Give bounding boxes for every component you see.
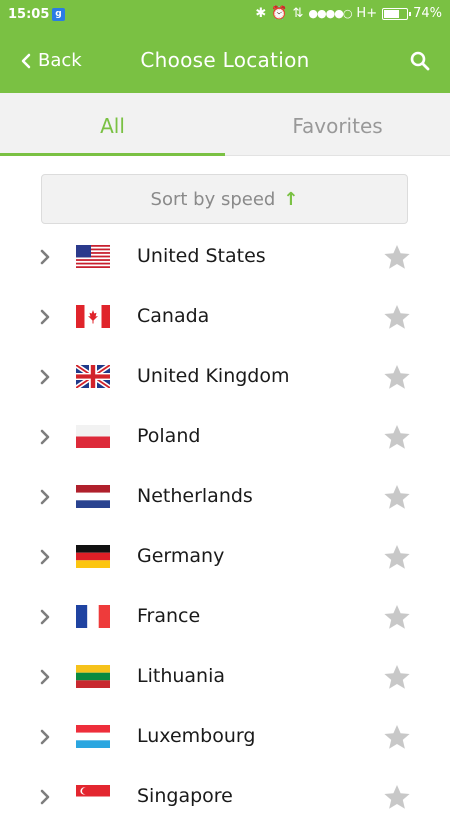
chevron-right-icon[interactable] xyxy=(38,547,52,567)
tab-favorites[interactable]: Favorites xyxy=(225,93,450,155)
signal-icon: ●●●●○ xyxy=(308,7,352,20)
app-bar: Back Choose Location xyxy=(0,30,450,93)
star-icon[interactable] xyxy=(383,304,411,330)
flag-icon-sg xyxy=(76,785,110,808)
location-name: Singapore xyxy=(137,785,233,807)
arrow-up-icon: ↑ xyxy=(283,188,299,210)
bluetooth-icon: ✱ xyxy=(255,6,267,21)
location-name: Germany xyxy=(137,545,225,567)
page-title: Choose Location xyxy=(140,48,310,72)
status-bar: 15:05 g ✱ ⏰ ⇅ ●●●●○ H+ 74% xyxy=(0,0,450,30)
star-icon[interactable] xyxy=(383,664,411,690)
chevron-right-icon[interactable] xyxy=(38,247,52,267)
notification-icon: g xyxy=(52,8,65,21)
battery-percent: 74% xyxy=(413,6,442,21)
location-name: Netherlands xyxy=(137,485,253,507)
location-row[interactable]: Lithuania xyxy=(0,647,450,707)
active-tab-indicator xyxy=(0,153,225,156)
status-time: 15:05 xyxy=(8,7,50,22)
chevron-right-icon[interactable] xyxy=(38,727,52,747)
location-list: United States Canada United Kingdom Poland N… xyxy=(0,227,450,827)
location-name: Canada xyxy=(137,305,210,327)
network-type: H+ xyxy=(356,6,378,21)
chevron-right-icon[interactable] xyxy=(38,367,52,387)
chevron-right-icon[interactable] xyxy=(38,487,52,507)
tab-all[interactable]: All xyxy=(0,93,225,155)
flag-icon-ca xyxy=(76,305,110,328)
location-row[interactable]: Luxembourg xyxy=(0,707,450,767)
location-name: Poland xyxy=(137,425,201,447)
flag-icon-de xyxy=(76,545,110,568)
star-icon[interactable] xyxy=(383,244,411,270)
chevron-right-icon[interactable] xyxy=(38,787,52,807)
flag-icon-pl xyxy=(76,425,110,448)
flag-icon-lt xyxy=(76,665,110,688)
location-name: United States xyxy=(137,245,266,267)
location-name: Luxembourg xyxy=(137,725,256,747)
location-name: Lithuania xyxy=(137,665,226,687)
star-icon[interactable] xyxy=(383,544,411,570)
star-icon[interactable] xyxy=(383,784,411,810)
flag-icon-fr xyxy=(76,605,110,628)
location-row[interactable]: Singapore xyxy=(0,767,450,827)
flag-icon-gb xyxy=(76,365,110,388)
chevron-right-icon[interactable] xyxy=(38,307,52,327)
sort-label: Sort by speed xyxy=(150,188,276,210)
sort-by-speed-button[interactable]: Sort by speed ↑ xyxy=(41,174,408,224)
star-icon[interactable] xyxy=(383,604,411,630)
location-row[interactable]: Canada xyxy=(0,287,450,347)
star-icon[interactable] xyxy=(383,424,411,450)
alarm-icon: ⏰ xyxy=(271,6,288,21)
location-row[interactable]: Poland xyxy=(0,407,450,467)
location-row[interactable]: United Kingdom xyxy=(0,347,450,407)
location-row[interactable]: Netherlands xyxy=(0,467,450,527)
status-icons: ✱ ⏰ ⇅ ●●●●○ H+ 74% xyxy=(255,6,442,21)
star-icon[interactable] xyxy=(383,364,411,390)
chevron-right-icon[interactable] xyxy=(38,607,52,627)
location-name: United Kingdom xyxy=(137,365,290,387)
star-icon[interactable] xyxy=(383,484,411,510)
chevron-right-icon[interactable] xyxy=(38,427,52,447)
flag-icon-us xyxy=(76,245,110,268)
search-icon[interactable] xyxy=(408,49,432,73)
location-row[interactable]: United States xyxy=(0,227,450,287)
location-row[interactable]: France xyxy=(0,587,450,647)
flag-icon-lu xyxy=(76,725,110,748)
location-name: France xyxy=(137,605,201,627)
battery-icon xyxy=(382,7,412,20)
location-row[interactable]: Germany xyxy=(0,527,450,587)
data-transfer-icon: ⇅ xyxy=(292,6,304,21)
star-icon[interactable] xyxy=(383,724,411,750)
chevron-right-icon[interactable] xyxy=(38,667,52,687)
flag-icon-nl xyxy=(76,485,110,508)
tab-bar: All Favorites xyxy=(0,93,450,156)
